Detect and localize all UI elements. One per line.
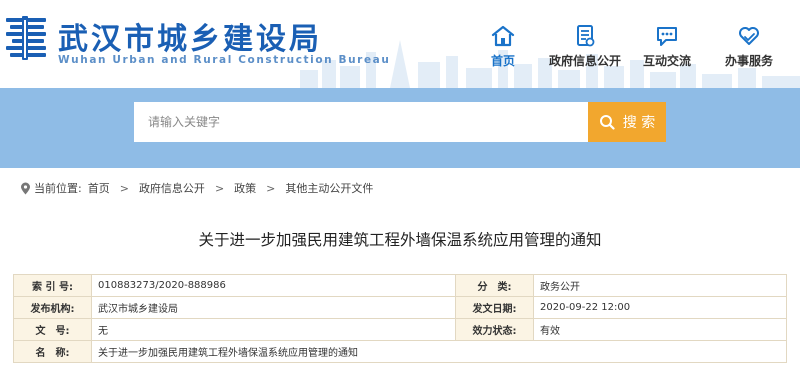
document-icon xyxy=(577,25,595,47)
category-label: 分 类: xyxy=(455,274,534,297)
site-header: 武汉市城乡建设局 Wuhan Urban and Rural Construct… xyxy=(0,0,800,88)
search-box: 搜 索 xyxy=(134,102,666,142)
index-number-value: 010883273/2020-888986 xyxy=(91,274,456,297)
search-band: 搜 索 xyxy=(0,88,800,168)
bureau-logo-icon xyxy=(6,16,46,60)
breadcrumb-home[interactable]: 首页 xyxy=(88,180,110,196)
search-icon xyxy=(599,115,615,130)
breadcrumb-separator: > xyxy=(119,181,129,195)
search-button[interactable]: 搜 索 xyxy=(588,102,666,142)
nav-label-gov-info: 政府信息公开 xyxy=(548,54,621,68)
search-input[interactable] xyxy=(134,102,588,142)
index-number-label: 索 引 号: xyxy=(13,274,92,297)
validity-status-label: 效力状态: xyxy=(455,318,534,341)
breadcrumb-separator: > xyxy=(214,181,225,195)
document-info-table: 索 引 号: 010883273/2020-888986 分 类: 政务公开 发… xyxy=(13,274,787,363)
issue-date-label: 发文日期: xyxy=(455,296,534,319)
document-number-value: 无 xyxy=(91,318,456,341)
category-value: 政务公开 xyxy=(533,274,787,297)
nav-item-home[interactable]: 首页 xyxy=(462,24,544,69)
breadcrumb-prefix: 当前位置: xyxy=(34,182,82,195)
table-row: 文 号: 无 效力状态: 有效 xyxy=(13,318,787,341)
table-row: 发布机构: 武汉市城乡建设局 发文日期: 2020-09-22 12:00 xyxy=(13,296,787,319)
heart-hand-icon xyxy=(739,27,759,45)
nav-label-services: 办事服务 xyxy=(724,54,773,68)
breadcrumb: 当前位置: 首页 > 政府信息公开 > 政策 > 其他主动公开文件 xyxy=(20,180,373,196)
site-title: 武汉市城乡建设局 xyxy=(58,22,322,57)
nav-item-services[interactable]: 办事服务 xyxy=(708,24,790,69)
location-pin-icon xyxy=(21,182,30,194)
nav-item-gov-info[interactable]: 政府信息公开 xyxy=(544,24,626,69)
table-row: 索 引 号: 010883273/2020-888986 分 类: 政务公开 xyxy=(13,274,787,297)
site-subtitle: Wuhan Urban and Rural Construction Burea… xyxy=(58,54,391,66)
document-name-label: 名 称: xyxy=(13,340,92,363)
document-title: 关于进一步加强民用建筑工程外墙保温系统应用管理的通知 xyxy=(198,231,602,249)
breadcrumb-other-files[interactable]: 其他主动公开文件 xyxy=(285,180,373,196)
home-icon xyxy=(491,25,515,47)
breadcrumb-separator: > xyxy=(266,181,276,195)
document-name-value: 关于进一步加强民用建筑工程外墙保温系统应用管理的通知 xyxy=(91,340,787,363)
table-row: 名 称: 关于进一步加强民用建筑工程外墙保温系统应用管理的通知 xyxy=(13,340,787,363)
breadcrumb-policy[interactable]: 政策 xyxy=(234,180,256,196)
nav-item-interaction[interactable]: 互动交流 xyxy=(626,24,708,69)
issuer-value: 武汉市城乡建设局 xyxy=(91,296,456,319)
chat-icon xyxy=(657,27,677,46)
document-number-label: 文 号: xyxy=(13,318,92,341)
breadcrumb-gov-info[interactable]: 政府信息公开 xyxy=(139,180,205,196)
nav-label-home: 首页 xyxy=(490,54,515,68)
issue-date-value: 2020-09-22 12:00 xyxy=(533,296,787,319)
validity-status-value: 有效 xyxy=(533,318,787,341)
issuer-label: 发布机构: xyxy=(13,296,92,319)
nav-label-interaction: 互动交流 xyxy=(642,54,691,68)
search-button-label: 搜 索 xyxy=(622,115,656,131)
main-nav: 首页 政府信息公开 互动交流 办事服务 xyxy=(462,24,790,69)
